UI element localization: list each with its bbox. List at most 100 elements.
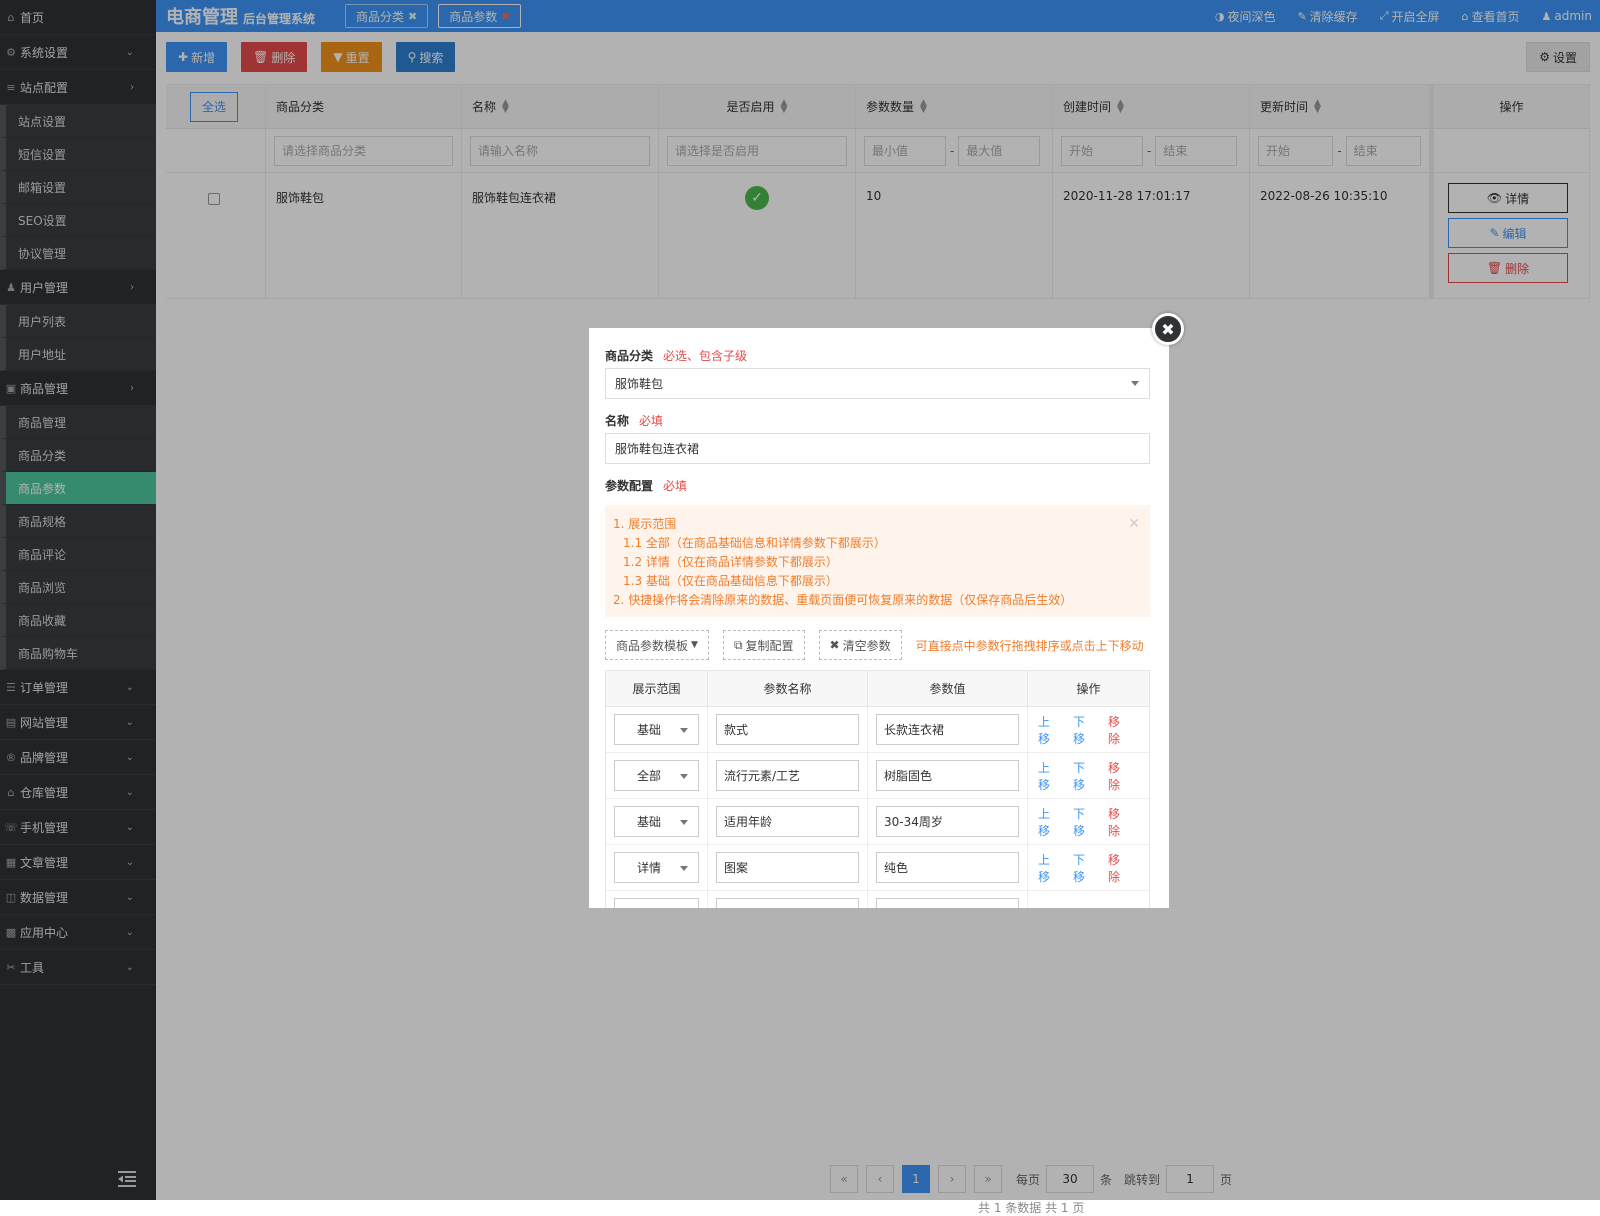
clear-label: 清空参数 xyxy=(842,638,891,653)
param-actions-cell: 上移 下移 移除 xyxy=(1028,707,1149,752)
chevron-down-icon xyxy=(680,728,688,733)
scope-cell: 基础 xyxy=(606,799,708,844)
copy-icon: ⧉ xyxy=(733,637,743,652)
category-field-label: 商品分类 必选、包含子级 xyxy=(605,347,747,364)
scope-select[interactable] xyxy=(614,898,699,908)
param-value-cell xyxy=(868,891,1028,908)
param-name-cell: 图案 xyxy=(708,845,868,890)
clear-params-button[interactable]: ✖ 清空参数 xyxy=(818,630,902,660)
scope-cell: 基础 xyxy=(606,707,708,752)
param-value-cell: 30-34周岁 xyxy=(868,799,1028,844)
scope-cell: 全部 xyxy=(606,753,708,798)
required-hint: 必填 xyxy=(639,414,664,428)
param-name-input[interactable]: 适用年龄 xyxy=(716,806,859,837)
copy-config-button[interactable]: ⧉ 复制配置 xyxy=(722,630,805,660)
name-input[interactable]: 服饰鞋包连衣裙 xyxy=(605,433,1150,464)
scope-select[interactable]: 全部 xyxy=(614,760,699,791)
param-actions-cell: 上移 下移 移除 xyxy=(1028,753,1149,798)
column-label: 参数名称 xyxy=(708,671,868,706)
label-text: 商品分类 xyxy=(605,349,654,363)
param-actions-cell: 上移 下移 移除 xyxy=(1028,799,1149,844)
move-up-button[interactable]: 上移 xyxy=(1038,851,1056,885)
param-row[interactable]: 全部 流行元素/工艺 树脂固色 上移 下移 移除 xyxy=(606,753,1149,799)
scope-value: 基础 xyxy=(637,723,662,737)
move-down-button[interactable]: 下移 xyxy=(1073,759,1091,793)
move-up-button[interactable]: 上移 xyxy=(1038,759,1056,793)
close-notice-icon[interactable]: ✕ xyxy=(1128,515,1140,534)
modal-close-button[interactable]: ✖ xyxy=(1152,313,1184,345)
param-table-header: 展示范围 参数名称 参数值 操作 xyxy=(606,671,1149,707)
template-label: 商品参数模板 xyxy=(616,638,689,653)
scope-select[interactable]: 详情 xyxy=(614,852,699,883)
notice-line: 2. 快捷操作将会清除原来的数据、重载页面便可恢复原来的数据（仅保存商品后生效） xyxy=(613,593,1073,607)
notice-line: 1.2 详情（仅在商品详情参数下都展示） xyxy=(623,555,838,569)
remove-param-button[interactable]: 移除 xyxy=(1108,851,1126,885)
param-name-input[interactable]: 款式 xyxy=(716,714,859,745)
pagination-summary: 共 1 条数据 共 1 页 xyxy=(978,1201,1085,1215)
param-value-cell: 纯色 xyxy=(868,845,1028,890)
move-up-button[interactable]: 上移 xyxy=(1038,713,1056,747)
label-text: 名称 xyxy=(605,414,630,428)
chevron-down-icon xyxy=(1131,381,1139,386)
param-row[interactable]: 基础 适用年龄 30-34周岁 上移 下移 移除 xyxy=(606,799,1149,845)
column-label: 参数值 xyxy=(868,671,1028,706)
scope-select[interactable]: 基础 xyxy=(614,714,699,745)
scope-value: 全部 xyxy=(637,769,662,783)
remove-param-button[interactable]: 移除 xyxy=(1108,805,1126,839)
param-name-cell: 适用年龄 xyxy=(708,799,868,844)
caret-down-icon: ▼ xyxy=(691,640,698,650)
edit-modal: 商品分类 必选、包含子级 服饰鞋包 名称 必填 服饰鞋包连衣裙 参数配置 必填 1. … xyxy=(589,328,1169,908)
param-value-input[interactable]: 长款连衣裙 xyxy=(876,714,1019,745)
param-value-cell: 长款连衣裙 xyxy=(868,707,1028,752)
remove-param-button[interactable]: 移除 xyxy=(1108,713,1126,747)
scope-cell xyxy=(606,891,708,908)
param-name-cell: 款式 xyxy=(708,707,868,752)
copy-label: 复制配置 xyxy=(745,638,794,653)
column-label: 操作 xyxy=(1076,682,1101,696)
scope-select[interactable]: 基础 xyxy=(614,806,699,837)
move-down-button[interactable]: 下移 xyxy=(1073,713,1091,747)
notice-line: 1.3 基础（仅在商品基础信息下都展示） xyxy=(623,574,838,588)
move-down-button[interactable]: 下移 xyxy=(1073,805,1091,839)
param-actions-cell: 上移 下移 移除 xyxy=(1028,845,1149,890)
name-field-label: 名称 必填 xyxy=(605,412,663,429)
param-name-input[interactable] xyxy=(716,898,859,908)
config-field-label: 参数配置 必填 xyxy=(605,477,687,494)
scope-cell: 详情 xyxy=(606,845,708,890)
chevron-down-icon xyxy=(680,820,688,825)
param-toolbar: 商品参数模板 ▼ ⧉ 复制配置 ✖ 清空参数 可直接点中参数行拖拽排序或点击上下移动 xyxy=(605,630,1144,660)
label-text: 参数配置 xyxy=(605,479,654,493)
param-name-cell: 流行元素/工艺 xyxy=(708,753,868,798)
param-template-button[interactable]: 商品参数模板 ▼ xyxy=(605,630,709,660)
move-down-button[interactable]: 下移 xyxy=(1073,851,1091,885)
param-actions-cell xyxy=(1028,891,1149,908)
notice-line: 1.1 全部（在商品基础信息和详情参数下都展示） xyxy=(623,536,886,550)
category-select[interactable]: 服饰鞋包 xyxy=(605,368,1150,399)
column-label: 展示范围 xyxy=(606,671,708,706)
param-value-input[interactable]: 30-34周岁 xyxy=(876,806,1019,837)
param-rows: 基础 款式 长款连衣裙 上移 下移 移除 全部 流行元素/工艺 树脂固色 上移 下移 移除 基础 适用年龄… xyxy=(606,707,1149,908)
param-value-input[interactable]: 树脂固色 xyxy=(876,760,1019,791)
required-hint: 必选、包含子级 xyxy=(663,349,748,363)
move-up-button[interactable]: 上移 xyxy=(1038,805,1056,839)
param-value-cell: 树脂固色 xyxy=(868,753,1028,798)
notice-box: 1. 展示范围 1.1 全部（在商品基础信息和详情参数下都展示） 1.2 详情（… xyxy=(605,505,1150,617)
param-value-input[interactable]: 纯色 xyxy=(876,852,1019,883)
close-icon: ✖ xyxy=(829,638,840,652)
param-name-input[interactable]: 图案 xyxy=(716,852,859,883)
scope-value: 基础 xyxy=(637,815,662,829)
param-row[interactable]: 详情 图案 纯色 上移 下移 移除 xyxy=(606,845,1149,891)
param-row[interactable]: 基础 款式 长款连衣裙 上移 下移 移除 xyxy=(606,707,1149,753)
param-table: 展示范围 参数名称 参数值 操作 基础 款式 长款连衣裙 上移 下移 移除 全部 流行元素/工… xyxy=(605,670,1150,908)
chevron-down-icon xyxy=(680,866,688,871)
remove-param-button[interactable]: 移除 xyxy=(1108,759,1126,793)
chevron-down-icon xyxy=(680,774,688,779)
required-hint: 必填 xyxy=(663,479,688,493)
notice-line: 1. 展示范围 xyxy=(613,517,677,531)
param-name-input[interactable]: 流行元素/工艺 xyxy=(716,760,859,791)
selected-value: 服饰鞋包 xyxy=(615,377,664,391)
param-row[interactable] xyxy=(606,891,1149,908)
param-name-cell xyxy=(708,891,868,908)
param-value-input[interactable] xyxy=(876,898,1019,908)
drag-hint: 可直接点中参数行拖拽排序或点击上下移动 xyxy=(915,638,1144,653)
